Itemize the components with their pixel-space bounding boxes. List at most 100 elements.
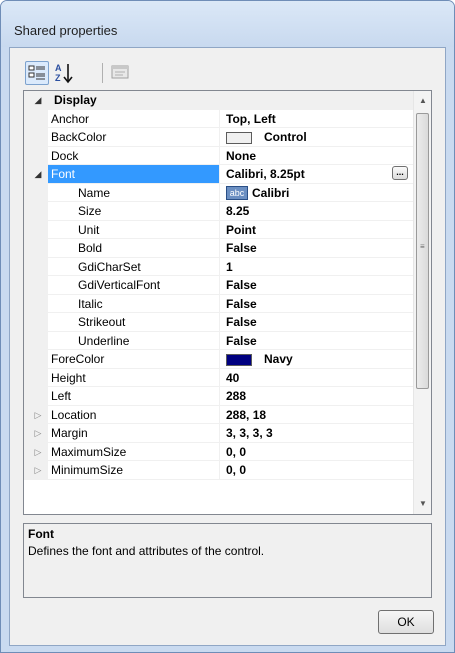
- category-row-display[interactable]: ◢ Display: [24, 91, 413, 110]
- color-swatch: [226, 353, 252, 366]
- property-name: Underline: [48, 331, 220, 350]
- property-row-bold[interactable]: Bold False: [24, 239, 413, 258]
- property-row-underline[interactable]: Underline False: [24, 331, 413, 350]
- expand-triangle-icon[interactable]: ▷: [33, 461, 43, 480]
- property-name: Unit: [48, 220, 220, 239]
- scroll-down-arrow-icon[interactable]: ▼: [415, 496, 431, 512]
- property-value[interactable]: False: [220, 239, 413, 258]
- expand-triangle-icon[interactable]: ▷: [33, 424, 43, 443]
- property-value-text: Point: [226, 222, 256, 237]
- row-margin: [24, 313, 48, 332]
- property-value-text: False: [226, 315, 257, 329]
- collapse-triangle-icon[interactable]: ◢: [33, 91, 43, 110]
- property-value[interactable]: False: [220, 313, 413, 332]
- property-name: Location: [48, 405, 220, 424]
- property-value[interactable]: 40: [220, 369, 413, 387]
- expand-triangle-icon[interactable]: ▷: [33, 443, 43, 462]
- property-value-text: 288: [226, 389, 247, 403]
- property-value[interactable]: False: [220, 295, 413, 313]
- property-value[interactable]: 3, 3, 3, 3: [220, 424, 413, 443]
- property-value-text: 0, 0: [226, 463, 247, 477]
- svg-text:A: A: [55, 63, 62, 73]
- property-value-text: Calibri: [252, 185, 290, 200]
- property-value[interactable]: Control: [220, 128, 413, 147]
- property-pages-icon: [111, 65, 129, 79]
- property-name: MaximumSize: [48, 442, 220, 461]
- property-row-italic[interactable]: Italic False: [24, 294, 413, 313]
- property-name: Left: [48, 387, 220, 406]
- property-value-text: 1: [226, 259, 233, 274]
- expand-triangle-icon[interactable]: ▷: [33, 406, 43, 425]
- property-row-left[interactable]: Left 288: [24, 387, 413, 406]
- categorized-view-button[interactable]: [25, 61, 49, 85]
- property-value-text: Control: [264, 130, 307, 144]
- property-name: Bold: [48, 239, 220, 258]
- collapse-triangle-icon[interactable]: ◢: [33, 165, 43, 184]
- property-value-text: 8.25: [226, 204, 250, 218]
- property-row-anchor[interactable]: Anchor Top, Left: [24, 109, 413, 128]
- property-row-strikeout[interactable]: Strikeout False: [24, 313, 413, 332]
- property-value[interactable]: Calibri, 8.25pt...: [220, 165, 413, 184]
- property-value[interactable]: False: [220, 276, 413, 295]
- property-row-gdicharset[interactable]: GdiCharSet 1: [24, 257, 413, 276]
- row-margin: [24, 331, 48, 350]
- scroll-up-arrow-icon[interactable]: ▲: [415, 93, 431, 109]
- property-row-size[interactable]: Size 8.25: [24, 202, 413, 221]
- property-name: Margin: [48, 424, 220, 443]
- property-value-text: False: [226, 296, 257, 311]
- window-title: Shared properties: [14, 23, 118, 38]
- ok-button[interactable]: OK: [378, 610, 434, 634]
- property-value-text: Navy: [264, 352, 293, 366]
- property-row-unit[interactable]: Unit Point: [24, 220, 413, 239]
- property-value-text: 40: [226, 370, 240, 385]
- color-swatch: [226, 131, 252, 144]
- property-row-forecolor[interactable]: ForeColor Navy: [24, 350, 413, 369]
- row-margin: [24, 183, 48, 202]
- dialog-client-area: A Z ◢ Display Anchor Top, Left BackColor…: [9, 47, 446, 646]
- font-preview-icon: abc: [226, 186, 248, 201]
- property-value[interactable]: 1: [220, 258, 413, 276]
- property-value[interactable]: Point: [220, 221, 413, 239]
- property-row-location[interactable]: ▷ Location 288, 18: [24, 405, 413, 425]
- category-label: Display: [48, 91, 413, 110]
- property-value[interactable]: 0, 0: [220, 461, 413, 480]
- property-name: ForeColor: [48, 350, 220, 369]
- property-value[interactable]: Navy: [220, 350, 413, 369]
- property-row-name[interactable]: Name abc Calibri: [24, 183, 413, 202]
- property-row-font[interactable]: ◢ Font Calibri, 8.25pt...: [24, 165, 413, 184]
- ellipsis-button[interactable]: ...: [392, 166, 408, 180]
- property-pages-button[interactable]: [109, 61, 133, 85]
- property-name: Font: [48, 165, 220, 184]
- property-value[interactable]: abc Calibri: [220, 184, 413, 202]
- property-value[interactable]: None: [220, 147, 413, 165]
- property-value[interactable]: Top, Left: [220, 110, 413, 128]
- property-value[interactable]: False: [220, 332, 413, 350]
- property-row-maximumsize[interactable]: ▷ MaximumSize 0, 0: [24, 442, 413, 462]
- property-value-text: 3, 3, 3, 3: [226, 426, 273, 440]
- property-row-dock[interactable]: Dock None: [24, 146, 413, 165]
- property-name: BackColor: [48, 128, 220, 147]
- property-row-height[interactable]: Height 40: [24, 368, 413, 387]
- description-text: Defines the font and attributes of the c…: [28, 544, 265, 558]
- property-name: Name: [48, 183, 220, 202]
- property-name: Dock: [48, 146, 220, 165]
- title-bar[interactable]: Shared properties: [1, 1, 454, 47]
- property-row-backcolor[interactable]: BackColor Control: [24, 128, 413, 147]
- property-value[interactable]: 288, 18: [220, 406, 413, 424]
- property-value[interactable]: 0, 0: [220, 443, 413, 461]
- vertical-scrollbar[interactable]: ▲ ≡ ▼: [413, 91, 431, 514]
- description-title: Font: [28, 527, 54, 541]
- shared-properties-window: Shared properties A Z ◢ Display Anchor T…: [0, 0, 455, 653]
- row-margin: [24, 220, 48, 239]
- property-row-minimumsize[interactable]: ▷ MinimumSize 0, 0: [24, 461, 413, 480]
- property-row-margin[interactable]: ▷ Margin 3, 3, 3, 3: [24, 424, 413, 443]
- description-panel: Font Defines the font and attributes of …: [23, 523, 432, 598]
- scrollbar-thumb[interactable]: ≡: [416, 113, 429, 389]
- property-value[interactable]: 8.25: [220, 202, 413, 221]
- property-value-text: False: [226, 241, 257, 255]
- alphabetical-sort-button[interactable]: A Z: [53, 61, 77, 85]
- row-margin: [24, 239, 48, 258]
- property-value[interactable]: 288: [220, 387, 413, 406]
- property-value-text: False: [226, 278, 257, 292]
- property-row-gdiverticalfont[interactable]: GdiVerticalFont False: [24, 276, 413, 295]
